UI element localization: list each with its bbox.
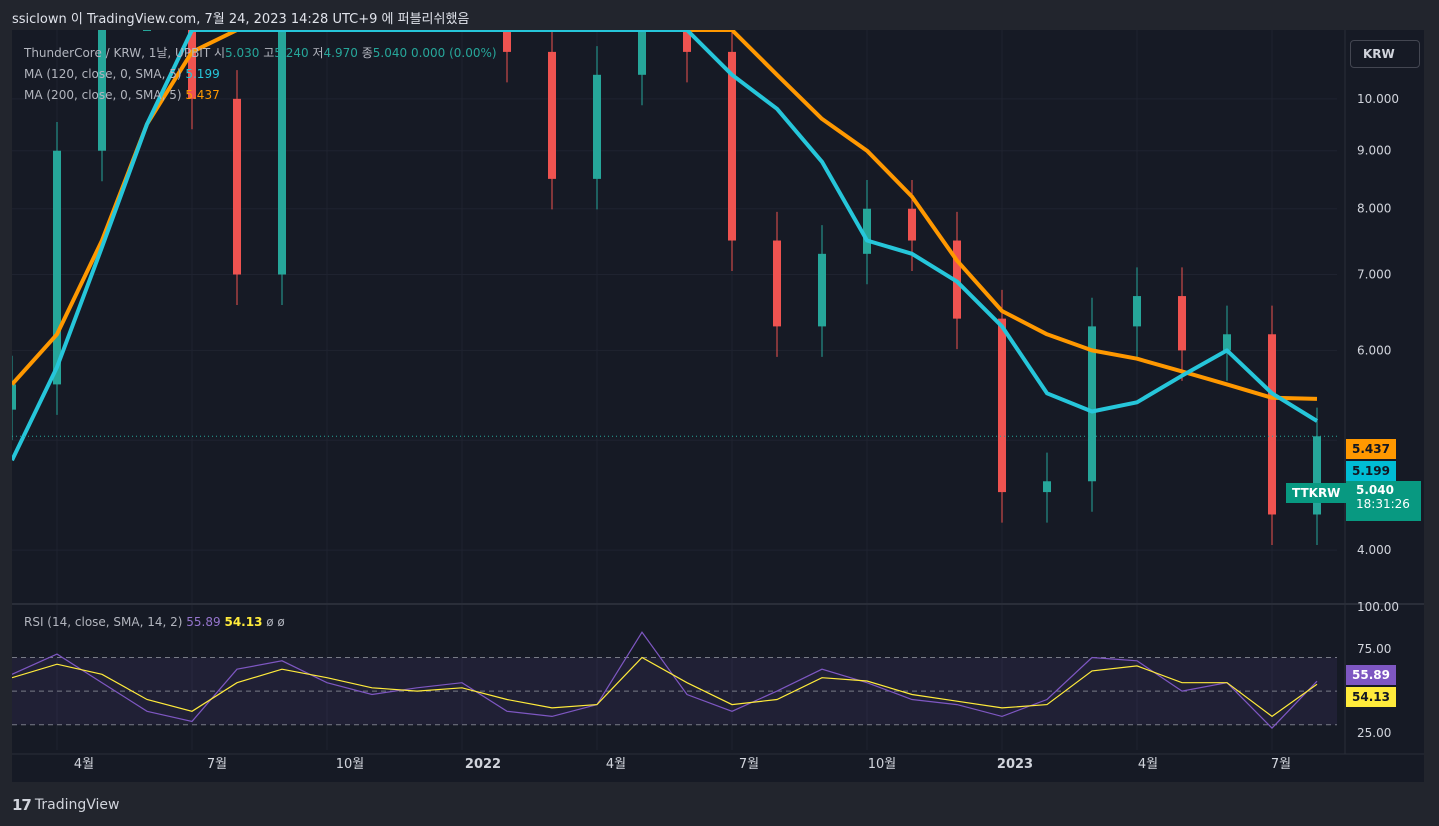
time-tick-label: 7월	[207, 757, 227, 772]
rsi-legend[interactable]: RSI (14, close, SMA, 14, 2) 55.89 54.13 …	[24, 614, 285, 630]
ma200-legend[interactable]: MA (200, close, 0, SMA, 5) 5.437	[24, 87, 220, 103]
time-tick-label: 4월	[606, 757, 626, 772]
symbol-tag: TTKRW	[1286, 483, 1347, 503]
price-tick-label: 4.000	[1357, 543, 1391, 557]
low-label: 저	[312, 46, 324, 60]
candle-body	[548, 51, 556, 179]
high-value: 5.240	[274, 46, 309, 60]
tradingview-logo-icon: 17	[12, 796, 32, 814]
close-value: 5.040	[372, 46, 408, 60]
candle-body	[233, 98, 241, 275]
change-value: 0.000 (0.00%)	[410, 46, 497, 60]
high-label: 고	[263, 46, 275, 60]
ma200-price-tag: 5.437	[1346, 439, 1396, 459]
rsi-value: 55.89	[186, 615, 221, 629]
rsi-tick-label: 75.00	[1357, 642, 1391, 656]
rsi-tick-label: 100.00	[1357, 600, 1399, 614]
close-label: 종	[361, 46, 373, 60]
currency-button[interactable]: KRW	[1350, 40, 1420, 68]
candle-body	[1268, 334, 1276, 515]
ma120-price-tag: 5.199	[1346, 461, 1396, 481]
price-tick-label: 6.000	[1357, 343, 1391, 357]
ma120-value: 5.199	[185, 67, 220, 81]
bar-countdown: 18:31:26	[1356, 497, 1410, 511]
candle-body	[728, 51, 736, 241]
rsi-label: RSI (14, close, SMA, 14, 2)	[24, 615, 183, 629]
candle-body	[1178, 296, 1186, 351]
chart-panel[interactable]: 10.000 9.000 8.000 7.000 6.000 4.000 100.00 75.…	[12, 30, 1424, 782]
time-tick-label: 10월	[868, 757, 897, 772]
price-tick-label: 7.000	[1357, 267, 1391, 281]
publish-caption: ssiclown 이 TradingView.com, 7월 24, 2023 …	[12, 12, 470, 27]
ma200-value: 5.437	[185, 88, 220, 102]
time-tick-label: 2022	[465, 757, 501, 772]
price-tick-label: 9.000	[1357, 144, 1391, 158]
candle-body	[818, 253, 826, 327]
symbol-legend: ThunderCore / KRW, 1날, UPBIT 시5.030 고5.2…	[24, 45, 497, 61]
candle-body	[638, 30, 646, 75]
candle-body	[773, 240, 781, 327]
branding-label: TradingView	[34, 797, 120, 813]
open-value: 5.030	[225, 46, 260, 60]
last-price: 5.040	[1356, 483, 1394, 497]
rsi-price-tag: 55.89	[1346, 665, 1396, 685]
candle-body	[1043, 481, 1051, 493]
time-tick-label: 7월	[739, 757, 759, 772]
ma120-legend[interactable]: MA (120, close, 0, SMA, 5) 5.199	[24, 66, 220, 82]
candle-body	[278, 30, 286, 275]
symbol-name[interactable]: ThunderCore / KRW, 1날, UPBIT	[24, 46, 210, 60]
price-tick-label: 10.000	[1357, 92, 1399, 106]
candle-body	[1133, 296, 1141, 327]
price-tick-label: 8.000	[1357, 202, 1391, 216]
candle-body	[863, 208, 871, 254]
candle-body	[1223, 334, 1231, 351]
candle-body	[998, 318, 1006, 493]
time-tick-label: 4월	[1138, 757, 1158, 772]
ma200-label: MA (200, close, 0, SMA, 5)	[24, 88, 182, 102]
rsi-ma-price-tag: 54.13	[1346, 687, 1396, 707]
time-tick-label: 4월	[74, 757, 94, 772]
rsi-extra: ø ø	[266, 615, 285, 629]
time-tick-label: 2023	[997, 757, 1033, 772]
candle-body	[908, 208, 916, 241]
ma200-line	[12, 30, 1318, 401]
open-label: 시	[214, 46, 226, 60]
candle-body	[143, 30, 151, 31]
candle-body	[593, 74, 601, 179]
time-tick-label: 7월	[1271, 757, 1291, 772]
footer-branding[interactable]: 17 TradingView	[12, 796, 119, 814]
time-tick-label: 10월	[336, 757, 365, 772]
rsi-tick-label: 25.00	[1357, 726, 1391, 740]
last-price-tag: 5.040 18:31:26	[1346, 481, 1421, 521]
chart-canvas[interactable]: 10.000 9.000 8.000 7.000 6.000 4.000 100.00 75.…	[12, 30, 1424, 782]
candle-body	[503, 30, 511, 52]
candle-body	[53, 150, 61, 385]
ma120-label: MA (120, close, 0, SMA, 5)	[24, 67, 182, 81]
candle-body	[12, 384, 16, 410]
low-value: 4.970	[323, 46, 358, 60]
rsi-ma-value: 54.13	[224, 615, 263, 629]
